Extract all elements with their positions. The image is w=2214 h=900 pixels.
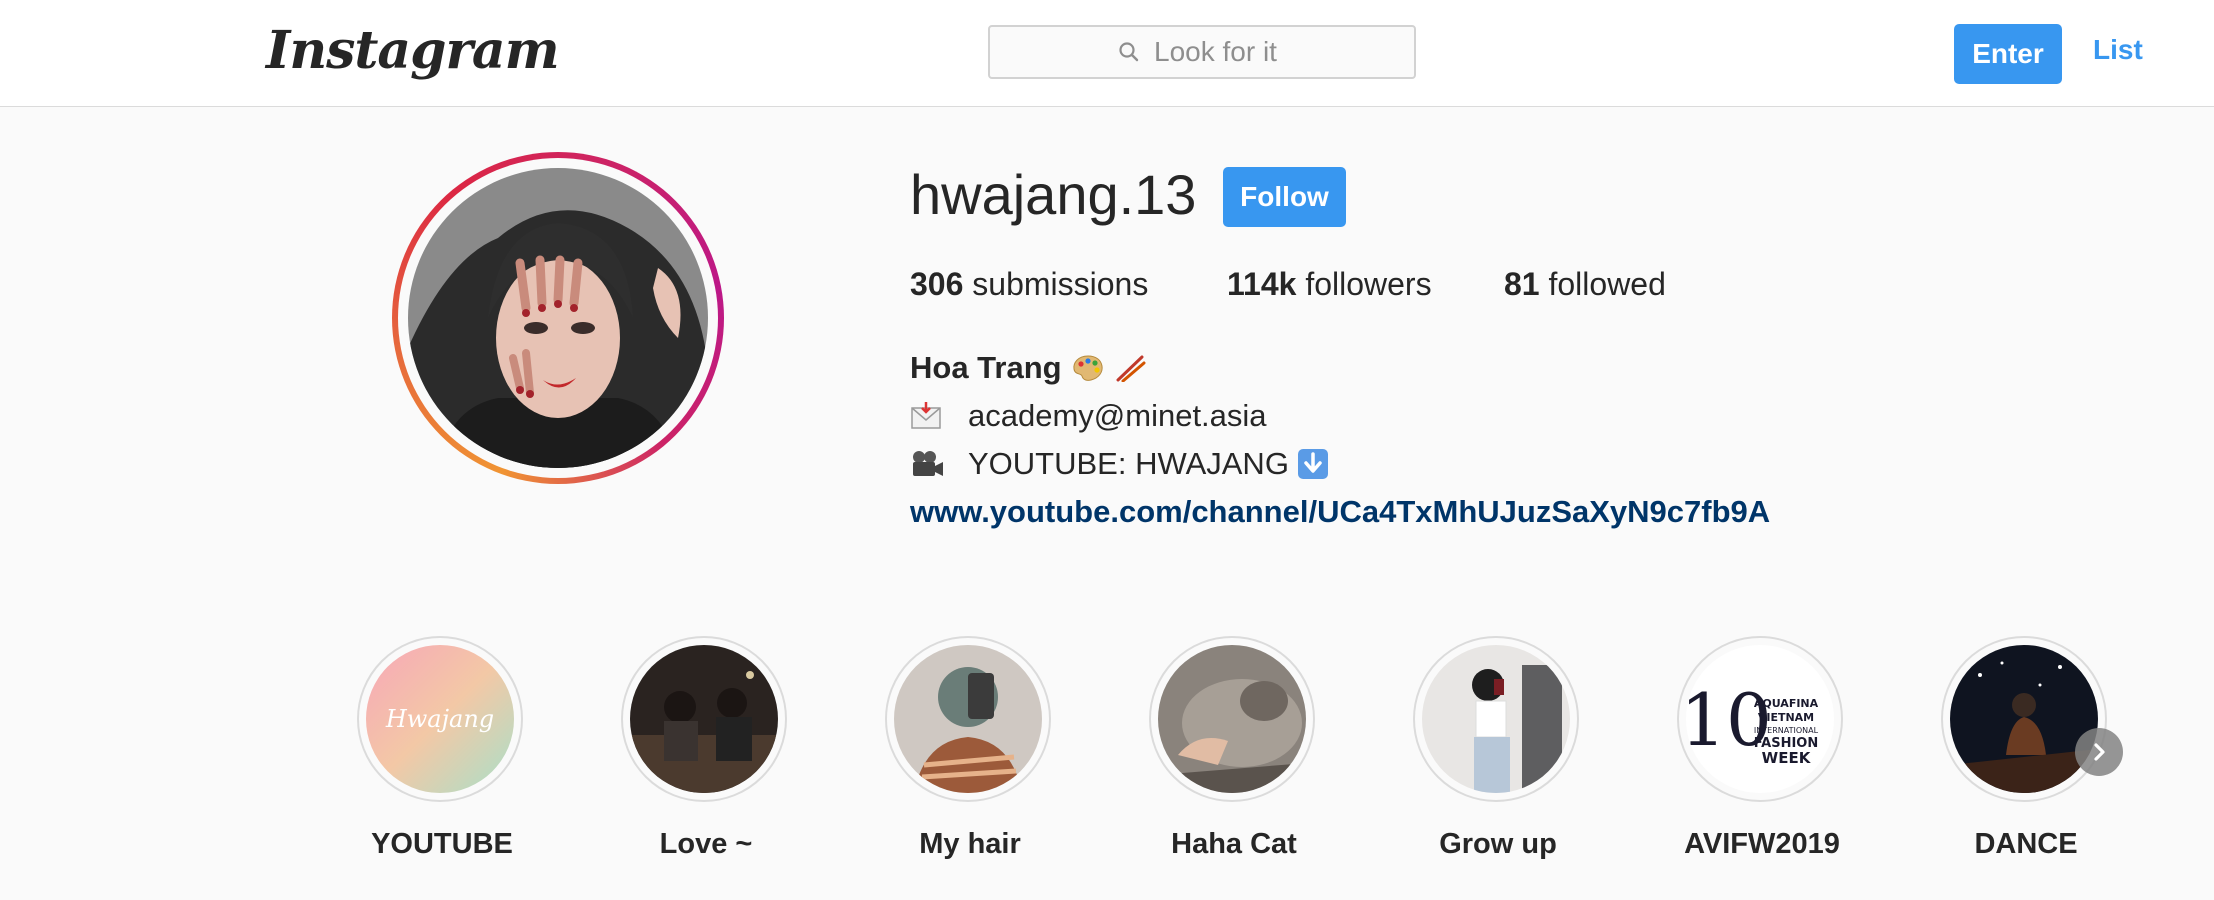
- down-arrow-icon: [1297, 448, 1329, 480]
- highlight-cover: [1950, 645, 2098, 793]
- search-icon: [1118, 41, 1140, 63]
- highlight-label: My hair: [919, 828, 1021, 860]
- highlight-label: Haha Cat: [1171, 828, 1297, 860]
- highlight-label: DANCE: [1974, 828, 2078, 860]
- list-link[interactable]: List: [2093, 34, 2143, 66]
- chopsticks-icon: [1114, 354, 1146, 382]
- bio-website-link[interactable]: www.youtube.com/channel/UCa4TxMhUJuzSaXy…: [910, 494, 1770, 530]
- bio-email-text: academy@minet.asia: [968, 398, 1267, 433]
- highlight-cover: [630, 645, 778, 793]
- highlight-label: YOUTUBE: [371, 828, 513, 860]
- highlights-next-button[interactable]: [2075, 728, 2123, 776]
- highlight-cover-text: Hwajang: [385, 705, 494, 733]
- bio-full-name: Hoa Trang: [910, 350, 1146, 386]
- enter-button[interactable]: Enter: [1954, 24, 2062, 84]
- highlight-label: Love ~: [659, 828, 753, 860]
- movie-camera-icon: [910, 448, 950, 480]
- svg-text:INTERNATIONAL: INTERNATIONAL: [1754, 726, 1819, 735]
- svg-text:WEEK: WEEK: [1762, 749, 1812, 767]
- stat-followers[interactable]: 114k followers: [1227, 266, 1432, 303]
- stat-label: submissions: [972, 266, 1149, 302]
- highlight-cover: [1158, 645, 1306, 793]
- profile-username: hwajang.13: [910, 163, 1197, 226]
- search-box[interactable]: [988, 25, 1416, 79]
- stat-label: followed: [1548, 266, 1666, 302]
- stat-count: 114k: [1227, 266, 1297, 302]
- stat-followed[interactable]: 81 followed: [1504, 266, 1666, 303]
- bio-youtube-text: YOUTUBE: HWAJANG: [968, 446, 1289, 481]
- search-input[interactable]: [1152, 35, 1286, 69]
- highlight-cover: [1422, 645, 1570, 793]
- stat-count: 306: [910, 266, 964, 302]
- highlight-label: Grow up: [1439, 828, 1557, 860]
- stat-count: 81: [1504, 266, 1540, 302]
- top-navigation-bar: Instagram Enter List: [0, 0, 2214, 107]
- profile-avatar-story-ring[interactable]: [392, 152, 724, 484]
- highlight-cover: Hwajang: [366, 645, 514, 793]
- palette-icon: [1072, 354, 1104, 382]
- follow-button[interactable]: Follow: [1223, 167, 1346, 227]
- stat-label: followers: [1305, 266, 1432, 302]
- chevron-right-icon: [2089, 742, 2109, 762]
- bio-email-line: academy@minet.asia: [910, 398, 1267, 434]
- highlight-cover: 10 AQUAFINA VIETNAM INTERNATIONAL FASHIO…: [1686, 645, 1834, 793]
- bio-name-text: Hoa Trang: [910, 350, 1062, 385]
- profile-avatar[interactable]: [408, 168, 708, 468]
- bio-youtube-line: YOUTUBE: HWAJANG: [910, 446, 1329, 482]
- instagram-logo[interactable]: Instagram: [266, 20, 560, 81]
- highlight-label: AVIFW2019: [1684, 828, 1840, 860]
- highlight-cover: [894, 645, 1042, 793]
- svg-text:AQUAFINA: AQUAFINA: [1754, 697, 1819, 710]
- svg-text:VIETNAM: VIETNAM: [1758, 711, 1814, 724]
- envelope-icon: [910, 400, 950, 432]
- stat-submissions: 306 submissions: [910, 266, 1148, 303]
